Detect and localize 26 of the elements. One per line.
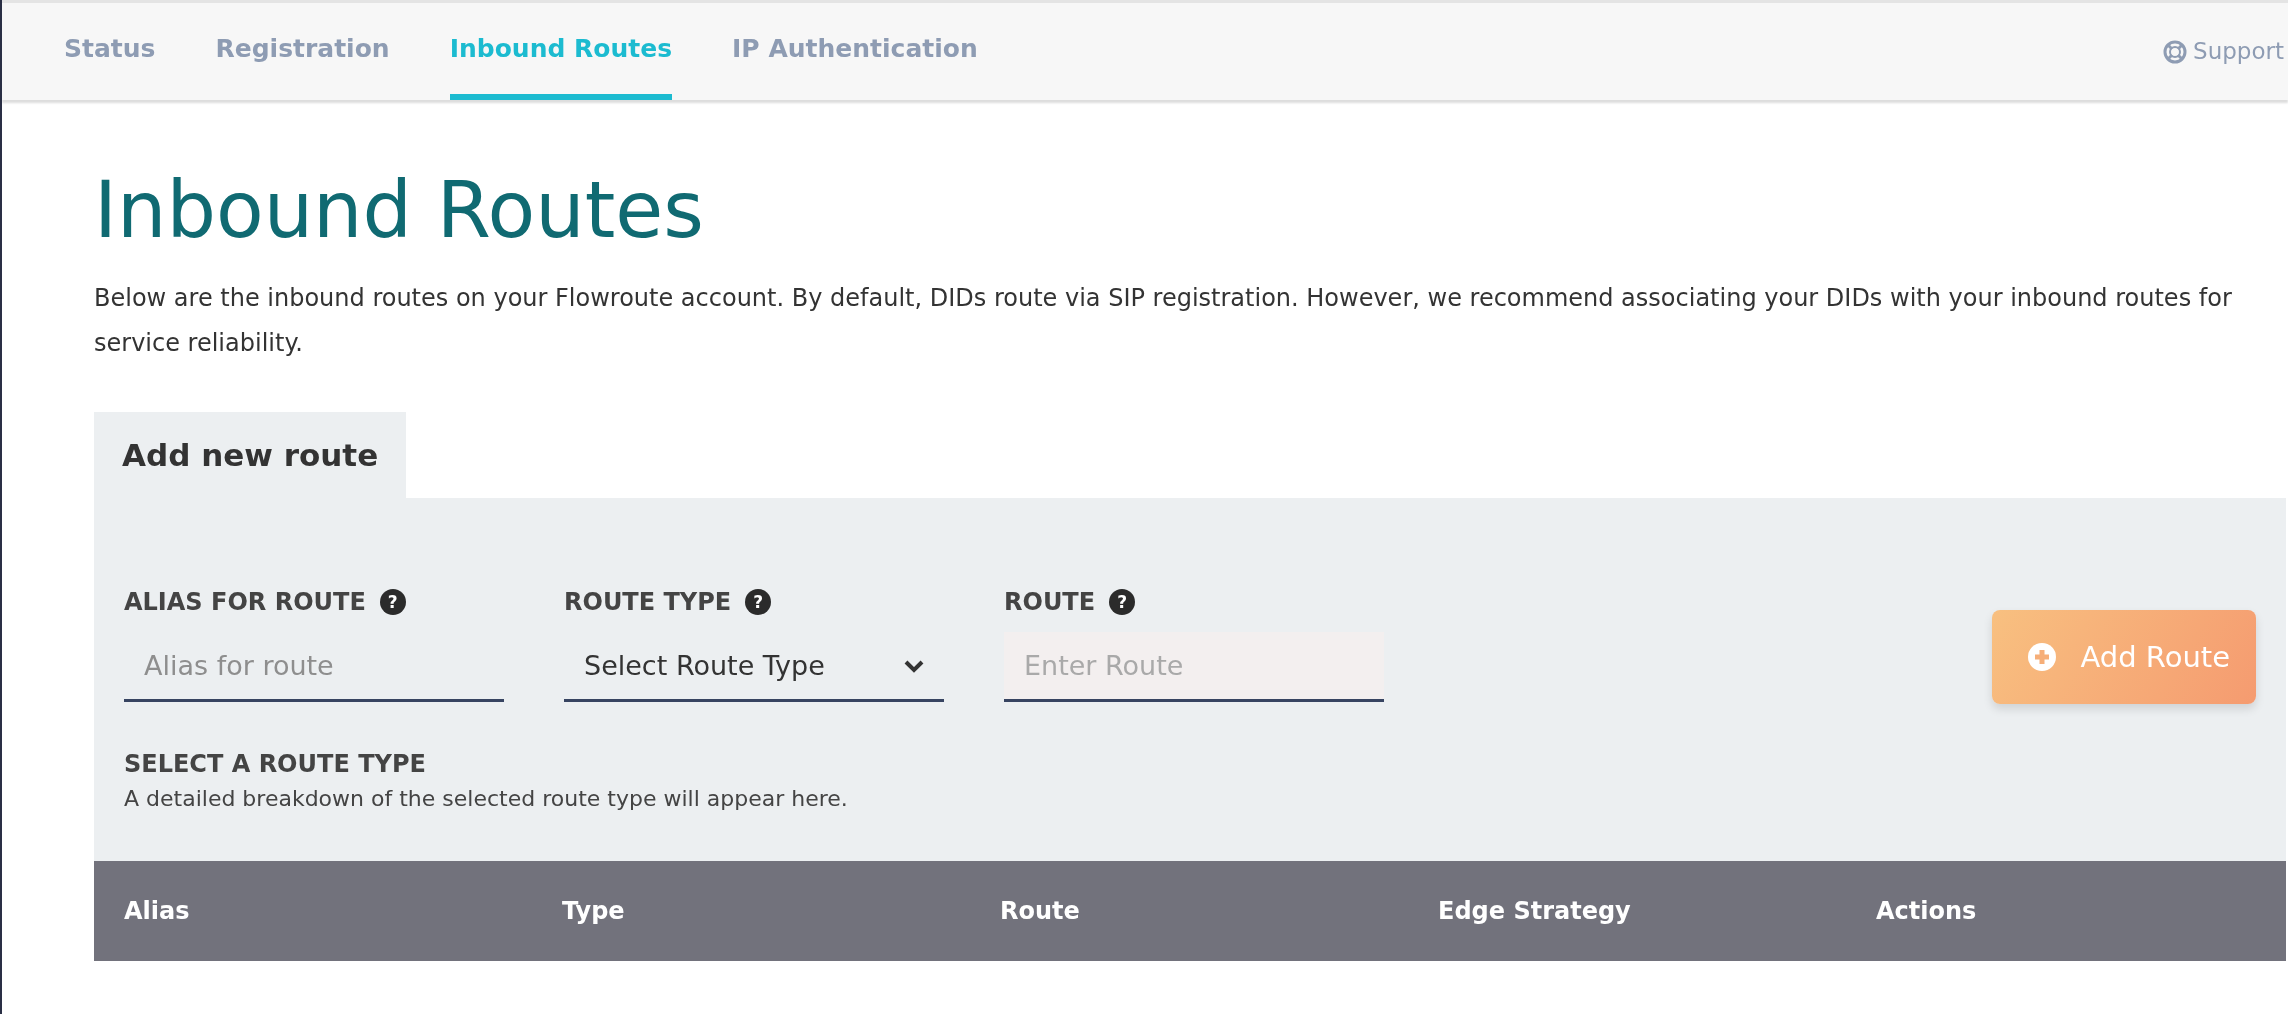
nav-tab[interactable]: Registration xyxy=(215,3,390,100)
help-button[interactable]: ? xyxy=(379,589,406,616)
column-header: Alias xyxy=(124,896,191,928)
chevron-down-icon xyxy=(904,658,924,673)
route-type-select[interactable]: Select Route Type xyxy=(564,632,944,703)
page-title: Inbound Routes xyxy=(94,168,705,254)
column-header: Edge Strategy xyxy=(1438,896,1632,928)
page-description: Below are the inbound routes on your Flowroute account. By default, DIDs route via SIP registration. However, we recommend associating your DIDs with your inbound routes for service reliability. xyxy=(94,282,2233,359)
info-title: SELECT A ROUTE TYPE xyxy=(124,749,427,781)
field-label: ROUTE xyxy=(1004,587,1096,619)
nav-tab[interactable]: Inbound Routes xyxy=(449,3,673,100)
column-header: Actions xyxy=(1876,896,1978,928)
input-field[interactable]: Alias for route xyxy=(124,632,504,703)
plus-circle-icon xyxy=(2028,643,2057,672)
column-header: Route xyxy=(1000,896,1081,928)
field-label: ALIAS FOR ROUTE xyxy=(124,587,366,619)
nav-tab[interactable]: Status xyxy=(64,3,156,100)
field-label: ROUTE TYPE xyxy=(564,587,732,619)
add-route-button[interactable]: Add Route xyxy=(1992,610,2256,705)
info-text: A detailed breakdown of the selected route type will appear here. xyxy=(124,785,849,814)
column-header: Type xyxy=(562,896,626,928)
lifebuoy-icon xyxy=(2163,39,2188,64)
support-link[interactable]: Support xyxy=(2163,3,2284,100)
nav-tab[interactable]: IP Authentication xyxy=(732,3,978,100)
help-button[interactable]: ? xyxy=(745,589,772,616)
add-new-route-tab[interactable]: Add new route xyxy=(94,411,407,499)
